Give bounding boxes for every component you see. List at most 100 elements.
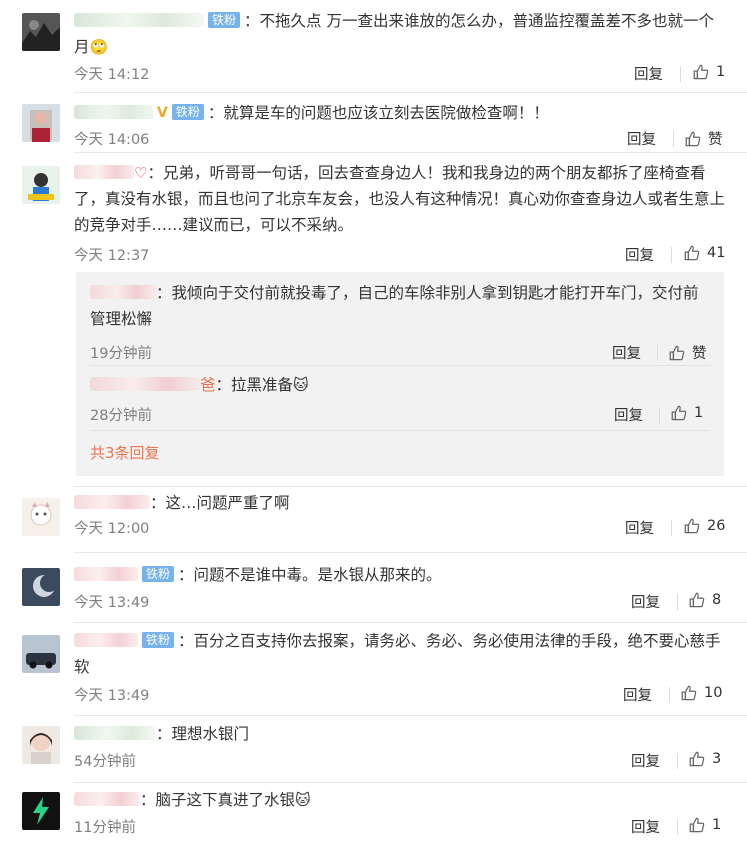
timestamp: 19分钟前 — [90, 346, 152, 362]
thumbs-up-icon — [684, 130, 702, 148]
divider — [90, 365, 710, 366]
username[interactable] — [74, 13, 204, 27]
comment-text-block: ：脑子这下真进了水银🐱 — [74, 787, 729, 813]
username[interactable] — [74, 495, 150, 509]
comment-meta: 11分钟前 回复 1 — [74, 816, 725, 838]
fan-badge: 铁粉 — [208, 12, 241, 28]
reply-button[interactable]: 回复 — [614, 404, 643, 425]
reply-button[interactable]: 回复 — [625, 244, 654, 265]
divider — [677, 819, 678, 835]
thumbs-up-icon — [683, 517, 701, 535]
timestamp: 11分钟前 — [74, 820, 136, 836]
reply-button[interactable]: 回复 — [627, 128, 656, 149]
divider — [74, 486, 747, 487]
like-button[interactable]: 41 — [683, 244, 725, 262]
avatar[interactable] — [22, 792, 60, 830]
divider — [74, 622, 747, 623]
comment-text-block: ：理想水银门 — [74, 721, 729, 747]
reply-button[interactable]: 回复 — [631, 750, 660, 771]
username[interactable] — [90, 285, 156, 299]
timestamp: 今天 14:12 — [74, 67, 150, 83]
comment-meta: 今天 13:49 回复 10 — [74, 684, 725, 706]
view-all-replies-link[interactable]: 共3条回复 — [90, 442, 160, 463]
reply-button[interactable]: 回复 — [625, 517, 654, 538]
timestamp: 今天 12:37 — [74, 248, 150, 264]
comment-text: ：理想水银门 — [156, 725, 250, 743]
comment-text-block: 爸：拉黑准备🐱 — [90, 372, 710, 398]
like-count: 赞 — [692, 346, 707, 362]
comment-text-block: 铁粉 ：百分之百支持你去报案，请务必、务必、务必使用法律的手段，绝不要心慈手软 — [74, 628, 729, 680]
like-count: 8 — [712, 592, 722, 608]
username[interactable] — [74, 792, 140, 806]
comment-text: ：我倾向于交付前就投毒了，自己的车除非别人拿到钥匙才能打开车门，交付前管理松懈 — [90, 284, 699, 328]
like-button[interactable]: 1 — [692, 63, 725, 81]
comment-meta: 19分钟前 回复 赞 — [90, 342, 710, 364]
like-count: 41 — [707, 245, 726, 261]
username[interactable] — [74, 567, 138, 581]
divider — [74, 152, 747, 153]
comment-text: ：这…问题严重了啊 — [150, 494, 290, 512]
like-button[interactable]: 赞 — [668, 342, 707, 363]
avatar[interactable] — [22, 13, 60, 51]
like-button[interactable]: 10 — [680, 684, 722, 702]
reply-button[interactable]: 回复 — [634, 63, 663, 84]
avatar[interactable] — [22, 568, 60, 606]
username-suffix[interactable]: 爸 — [200, 376, 216, 394]
username[interactable] — [74, 165, 134, 179]
comment-text-block: V 铁粉 ：就算是车的问题也应该立刻去医院做检查啊！！ — [74, 100, 729, 126]
username[interactable] — [74, 105, 154, 119]
reply-button[interactable]: 回复 — [612, 342, 641, 363]
thumbs-up-icon — [683, 244, 701, 262]
comment-meta: 54分钟前 回复 3 — [74, 750, 725, 772]
thumbs-up-icon — [692, 63, 710, 81]
thumbs-up-icon — [680, 684, 698, 702]
avatar[interactable] — [22, 726, 60, 764]
comment-meta: 今天 14:12 回复 1 — [74, 63, 725, 85]
username[interactable] — [74, 633, 138, 647]
divider — [680, 66, 681, 82]
like-button[interactable]: 26 — [683, 517, 725, 535]
comment-text-block: 铁粉 ：问题不是谁中毒。是水银从那来的。 — [74, 562, 729, 588]
divider — [677, 753, 678, 769]
like-button[interactable]: 1 — [688, 816, 721, 834]
like-count: 1 — [694, 405, 704, 421]
username[interactable] — [90, 377, 200, 391]
avatar[interactable] — [22, 166, 60, 204]
divider — [74, 552, 747, 553]
thumbs-up-icon — [668, 344, 686, 362]
divider — [657, 345, 658, 361]
comment-meta: 28分钟前 回复 1 — [90, 404, 710, 426]
divider — [74, 782, 747, 783]
like-count: 1 — [712, 817, 722, 833]
fan-badge: 铁粉 — [142, 632, 175, 648]
comment-meta: 今天 13:49 回复 8 — [74, 591, 725, 613]
comment-text-block: ：这…问题严重了啊 — [74, 490, 729, 516]
username[interactable] — [74, 726, 156, 740]
timestamp: 今天 13:49 — [74, 688, 150, 704]
divider — [671, 247, 672, 263]
thumbs-up-icon — [688, 750, 706, 768]
like-button[interactable]: 赞 — [684, 128, 723, 149]
fan-badge: 铁粉 — [142, 566, 175, 582]
avatar[interactable] — [22, 635, 60, 673]
comment-text: ：脑子这下真进了水银 — [140, 791, 296, 809]
emoji-icon: 🐱 — [293, 376, 309, 394]
reply-button[interactable]: 回复 — [623, 684, 652, 705]
emoji-icon: 🐱 — [295, 791, 311, 809]
divider — [677, 594, 678, 610]
like-button[interactable]: 1 — [670, 404, 703, 422]
like-button[interactable]: 8 — [688, 591, 721, 609]
avatar[interactable] — [22, 498, 60, 536]
timestamp: 今天 14:06 — [74, 132, 150, 148]
thumbs-up-icon — [688, 591, 706, 609]
like-count: 3 — [712, 751, 722, 767]
fan-badge: 铁粉 — [171, 104, 204, 120]
like-button[interactable]: 3 — [688, 750, 721, 768]
divider — [673, 131, 674, 147]
avatar[interactable] — [22, 104, 60, 142]
comment-text-block: ：我倾向于交付前就投毒了，自己的车除非别人拿到钥匙才能打开车门，交付前管理松懈 — [90, 280, 710, 332]
timestamp: 今天 13:49 — [74, 595, 150, 611]
reply-button[interactable]: 回复 — [631, 816, 660, 837]
reply-button[interactable]: 回复 — [631, 591, 660, 612]
comment-text-block: ♡：兄弟，听哥哥一句话，回去查查身边人！我和我身边的两个朋友都拆了座椅查看了，真… — [74, 160, 729, 238]
